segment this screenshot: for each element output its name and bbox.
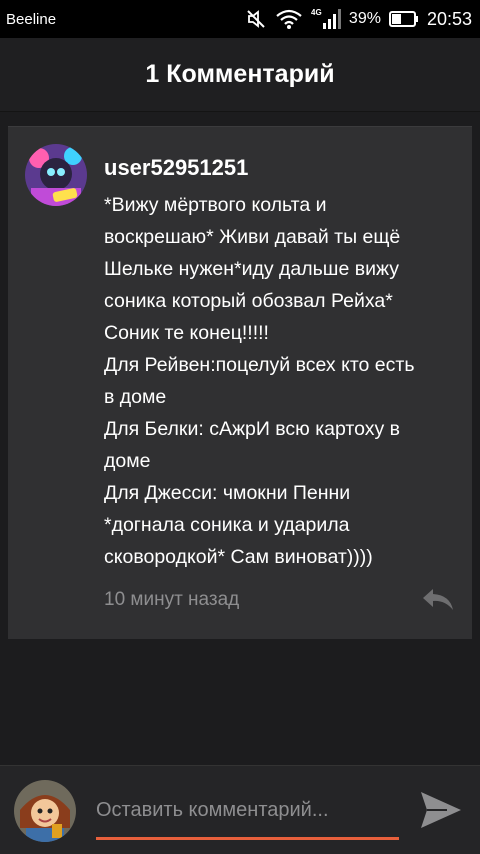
wifi-icon [276,9,302,29]
comment-input[interactable] [96,792,399,840]
battery-icon [388,11,418,27]
header: 1 Комментарий [0,38,480,112]
comment-line: Для Рейвен:поцелуй всех кто есть [104,354,415,376]
status-icons: 4G 39% 20:53 [245,7,472,31]
clock: 20:53 [426,8,472,29]
battery-percent: 39% [348,10,381,27]
carrier-name: Beeline [6,10,57,28]
comment-line: соника который обозвал Рейха* [104,290,393,312]
comment-line: в доме [104,386,167,408]
comment-line: *Вижу мёртвого кольта и [104,194,327,216]
comment-line: Шельке нужен*иду дальше вижу [104,258,399,280]
comment-line: *догнала соника и ударила [104,514,350,536]
comment-line: воскрешаю* Живи давай ты ещё [104,226,401,248]
page-title: 1 Комментарий [145,60,335,88]
comment-line: Для Джесси: чмокни Пенни [104,482,351,504]
network-type: 4G [311,8,322,17]
comment-username[interactable]: user52951251 [104,155,248,181]
comment-line: доме [104,450,151,472]
avatar[interactable] [25,144,87,206]
comment-body: *Вижу мёртвого кольта и воскрешаю* Живи … [104,189,464,573]
comment-line: Для Белки: сАжрИ всю картоху в [104,418,401,440]
signal-icon: 4G [311,8,341,29]
comment-compose-bar [0,765,480,854]
send-icon[interactable] [417,788,465,832]
comment-line: сковородкой* Сам виноват)))) [104,546,373,568]
comment-card: user52951251 *Вижу мёртвого кольта и вос… [8,126,472,639]
comment-timestamp: 10 минут назад [104,589,240,610]
status-bar: Beeline 4G 39% 20:53 [0,0,480,38]
reply-icon[interactable] [421,586,455,612]
avatar[interactable] [14,780,76,842]
mute-icon [247,10,265,28]
comment-line: Соник те конец!!!!! [104,322,269,344]
